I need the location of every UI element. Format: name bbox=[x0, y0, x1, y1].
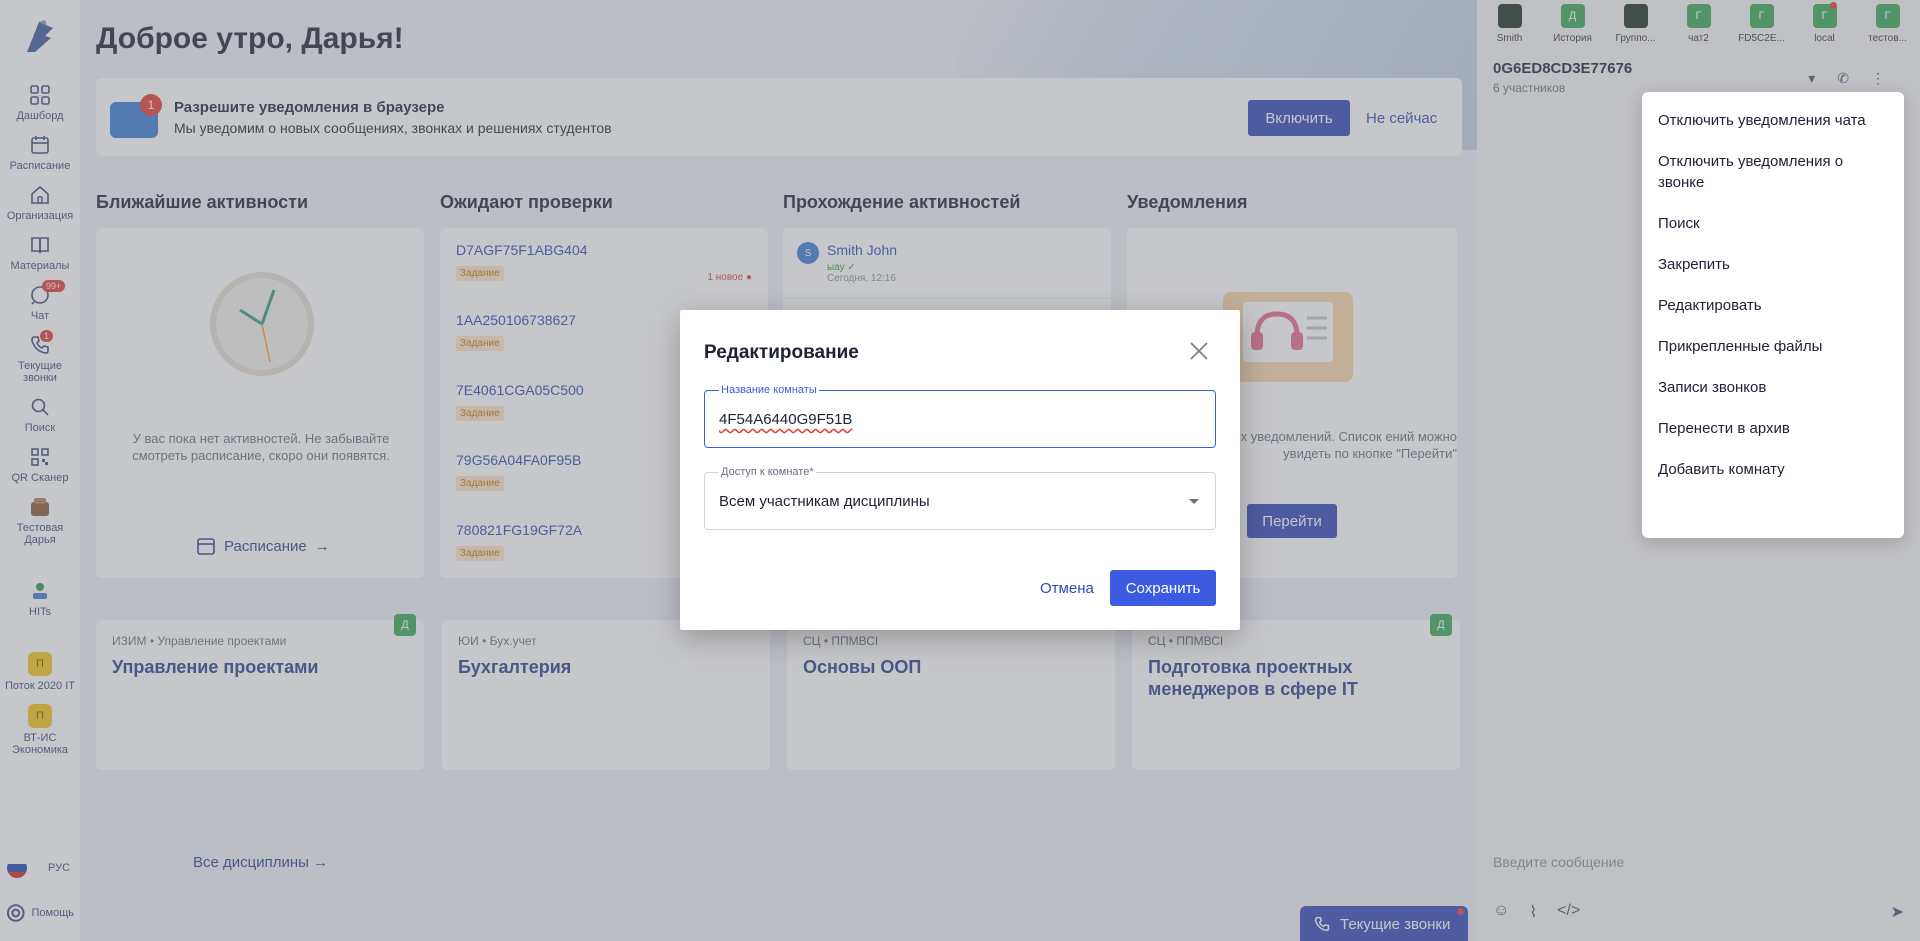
room-access-select[interactable]: Доступ к комнате* Всем участникам дисцип… bbox=[704, 466, 1216, 530]
room-access-value: Всем участникам дисциплины bbox=[719, 493, 930, 510]
menu-item-mute-calls[interactable]: Отключить уведомления о звонке bbox=[1642, 141, 1904, 203]
menu-item-call-records[interactable]: Записи звонков bbox=[1642, 367, 1904, 408]
room-name-value[interactable]: 4F54A6440G9F51B bbox=[719, 411, 852, 428]
menu-item-edit[interactable]: Редактировать bbox=[1642, 285, 1904, 326]
chevron-down-icon bbox=[1189, 499, 1199, 504]
menu-item-search[interactable]: Поиск bbox=[1642, 203, 1904, 244]
menu-item-archive[interactable]: Перенести в архив bbox=[1642, 408, 1904, 449]
menu-item-attached-files[interactable]: Прикрепленные файлы bbox=[1642, 326, 1904, 367]
room-name-field[interactable]: Название комнаты 4F54A6440G9F51B bbox=[704, 384, 1216, 448]
menu-item-mute-chat[interactable]: Отключить уведомления чата bbox=[1642, 100, 1904, 141]
room-name-label: Название комнаты bbox=[719, 384, 819, 396]
menu-item-pin[interactable]: Закрепить bbox=[1642, 244, 1904, 285]
save-button[interactable]: Сохранить bbox=[1110, 570, 1216, 606]
modal-title: Редактирование bbox=[704, 342, 859, 363]
chat-context-menu: Отключить уведомления чата Отключить уве… bbox=[1642, 92, 1904, 538]
room-access-label: Доступ к комнате* bbox=[719, 466, 816, 478]
close-icon[interactable] bbox=[1188, 340, 1210, 362]
cancel-button[interactable]: Отмена bbox=[1040, 570, 1094, 606]
edit-room-modal: Редактирование Название комнаты 4F54A644… bbox=[680, 310, 1240, 630]
menu-item-add-room[interactable]: Добавить комнату bbox=[1642, 449, 1904, 490]
